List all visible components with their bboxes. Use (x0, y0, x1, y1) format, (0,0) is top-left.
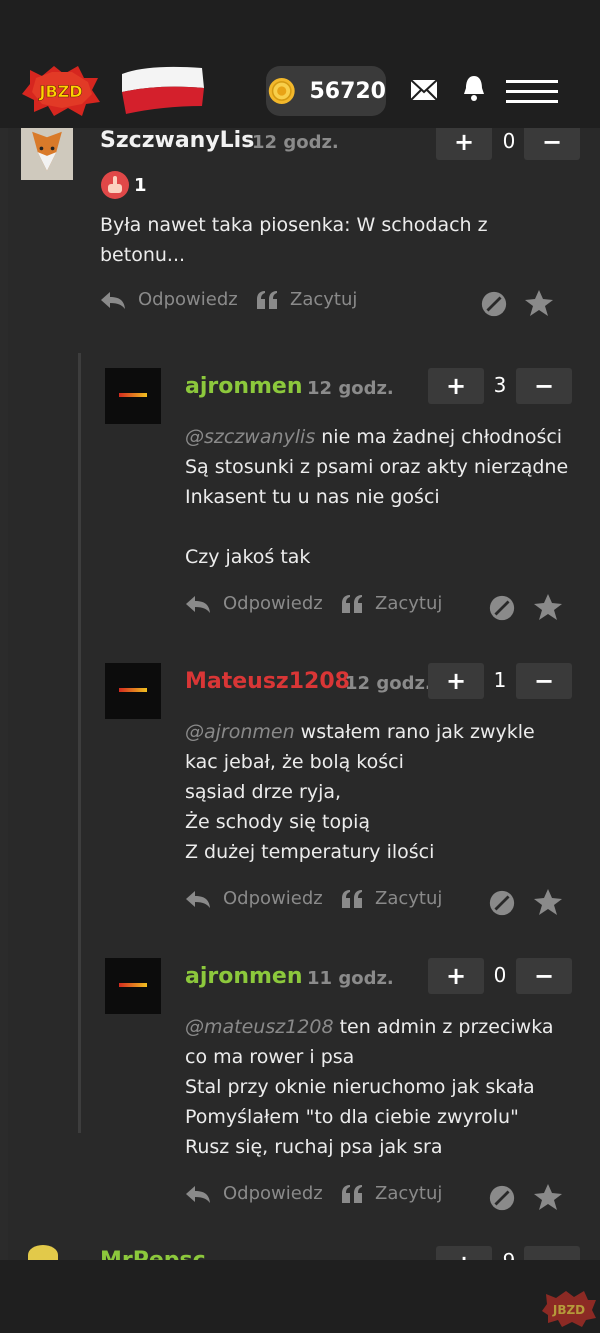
coin-icon (268, 78, 295, 104)
downvote-button[interactable]: − (516, 663, 572, 699)
upvote-button[interactable]: + (436, 128, 492, 160)
top-bar: JBZD 56720 (0, 0, 600, 128)
comment-username[interactable]: SzczwanyLis (100, 128, 254, 153)
quote-icon (257, 290, 277, 309)
reply-icon (186, 890, 210, 908)
jbzd-logo[interactable]: JBZD (22, 64, 100, 118)
comments-section: SzczwanyLis 12 godz. + 0 − 1 Była nawet … (8, 128, 600, 1260)
comment-time: 11 godz. (307, 968, 394, 989)
comment-username[interactable]: ajronmen (185, 964, 303, 989)
star-icon[interactable] (533, 592, 563, 622)
hide-comment-icon[interactable] (488, 889, 516, 917)
menu-icon[interactable] (506, 78, 558, 106)
reply-icon (186, 1185, 210, 1203)
comment-time: 12 godz. (307, 378, 394, 399)
avatar[interactable] (105, 368, 161, 424)
hide-comment-icon[interactable] (488, 594, 516, 622)
upvote-button[interactable]: + (436, 1246, 492, 1260)
quote-icon (342, 594, 362, 613)
bottom-bar (0, 1260, 600, 1333)
quote-icon (342, 889, 362, 908)
avatar[interactable] (105, 958, 161, 1014)
reply-button[interactable]: Odpowiedz (185, 1183, 323, 1204)
badge-count: 1 (134, 175, 147, 196)
middle-finger-badge-icon (101, 171, 129, 199)
mention-link[interactable]: @szczwanylis (185, 426, 315, 448)
vote-count: 9 (499, 1249, 519, 1260)
reply-button[interactable]: Odpowiedz (185, 888, 323, 909)
vote-count: 0 (502, 129, 516, 153)
comment: SzczwanyLis 12 godz. + 0 − 1 Była nawet … (8, 128, 600, 328)
reply-icon (101, 291, 125, 309)
comment: ajronmen 12 godz. + 3 − @szczwanylis nie… (8, 368, 600, 628)
hide-comment-icon[interactable] (488, 1184, 516, 1212)
quote-button[interactable]: Zacytuj (341, 1183, 442, 1204)
comment: Mateusz1208 12 godz. + 1 − @ajronmen wst… (8, 663, 600, 923)
comment-text: @szczwanylis nie ma żadnej chłodności Są… (185, 426, 569, 568)
bell-icon[interactable] (462, 74, 486, 102)
vote-count: 3 (493, 373, 507, 397)
reply-button[interactable]: Odpowiedz (185, 593, 323, 614)
vote-count: 1 (493, 668, 507, 692)
downvote-button[interactable]: − (524, 1246, 580, 1260)
avatar[interactable] (105, 663, 161, 719)
downvote-button[interactable]: − (524, 128, 580, 160)
comment-text: Była nawet taka piosenka: W schodach z b… (100, 214, 488, 266)
downvote-button[interactable]: − (516, 958, 572, 994)
mention-link[interactable]: @mateusz1208 (185, 1016, 334, 1038)
comment-text: @mateusz1208 ten admin z przeciwka co ma… (185, 1016, 554, 1158)
quote-button[interactable]: Zacytuj (256, 289, 357, 310)
vote-count: 0 (493, 963, 507, 987)
reply-icon (186, 595, 210, 613)
star-icon[interactable] (533, 1182, 563, 1212)
star-icon[interactable] (533, 887, 563, 917)
comment-username[interactable]: Mateusz1208 (185, 669, 350, 694)
mention-link[interactable]: @ajronmen (185, 721, 295, 743)
hide-comment-icon[interactable] (480, 290, 508, 318)
upvote-button[interactable]: + (428, 663, 484, 699)
comment-text: @ajronmen wstałem rano jak zwykle kac je… (185, 721, 535, 863)
coins-counter[interactable]: 56720 (266, 66, 386, 116)
star-icon[interactable] (524, 288, 554, 318)
comment-time: 12 godz. (252, 132, 339, 153)
coins-count: 56720 (309, 78, 386, 104)
svg-text:JBZD: JBZD (38, 82, 82, 101)
poland-flag-icon (122, 66, 204, 114)
avatar[interactable] (20, 128, 74, 180)
mail-icon[interactable] (410, 79, 438, 101)
reply-button[interactable]: Odpowiedz (100, 289, 238, 310)
comment: ajronmen 11 godz. + 0 − @mateusz1208 ten… (8, 958, 600, 1218)
upvote-button[interactable]: + (428, 368, 484, 404)
jbzd-logo[interactable]: JBZD (542, 1290, 596, 1328)
svg-text:JBZD: JBZD (552, 1303, 585, 1317)
downvote-button[interactable]: − (516, 368, 572, 404)
quote-button[interactable]: Zacytuj (341, 593, 442, 614)
comment-username[interactable]: ajronmen (185, 374, 303, 399)
quote-icon (342, 1184, 362, 1203)
quote-button[interactable]: Zacytuj (341, 888, 442, 909)
comment-time: 12 godz. (345, 673, 432, 694)
upvote-button[interactable]: + (428, 958, 484, 994)
